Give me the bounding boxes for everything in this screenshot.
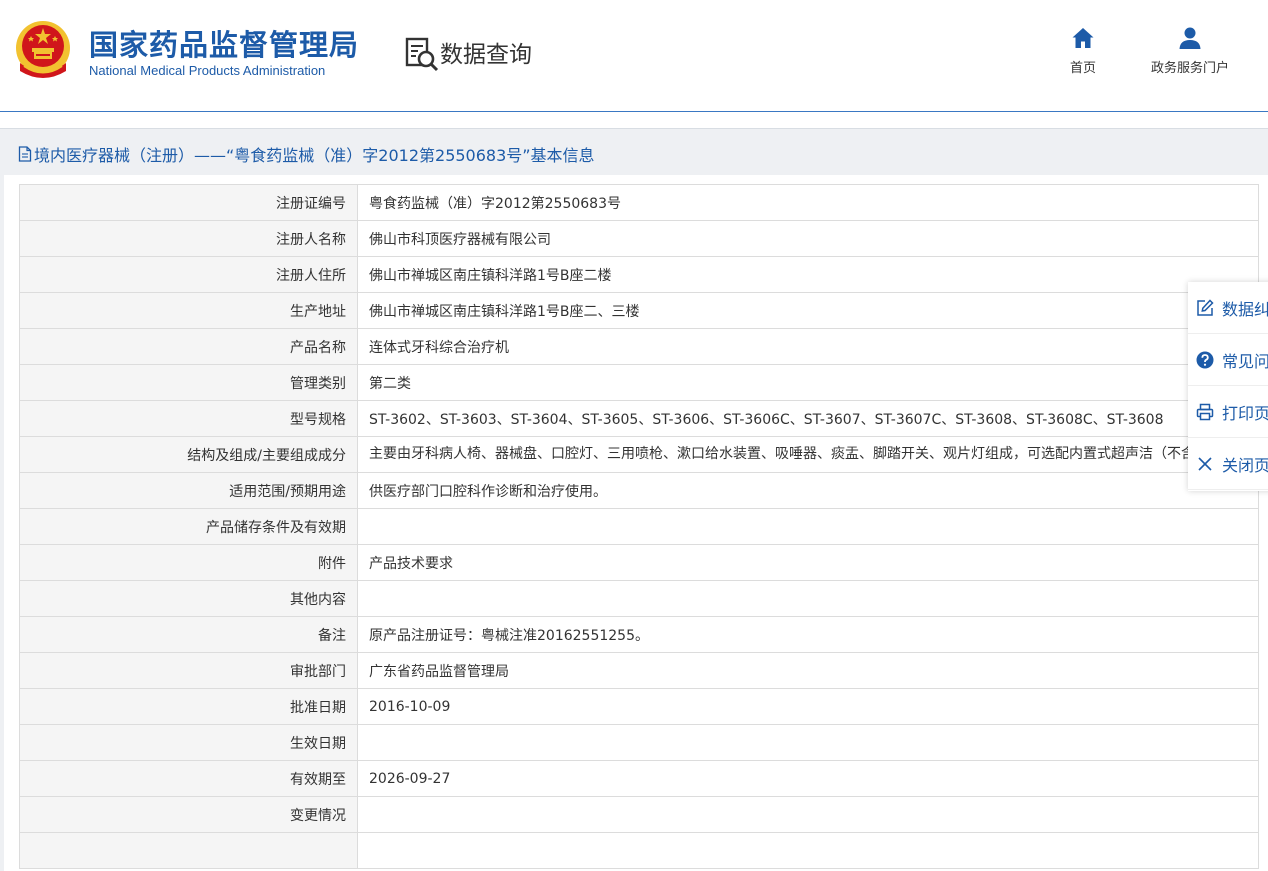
- field-value: 第二类: [357, 364, 1259, 401]
- field-label: 生产地址: [19, 292, 358, 329]
- table-row: 产品名称 连体式牙科综合治疗机: [19, 328, 1259, 365]
- detail-panel: 境内医疗器械（注册）——“粤食药监械（准）字2012第2550683号”基本信息…: [0, 128, 1268, 871]
- table-row: 生效日期: [19, 724, 1259, 761]
- field-value: [357, 796, 1259, 833]
- table-row: 结构及组成/主要组成成分 主要由牙科病人椅、器械盘、口腔灯、三用喷枪、漱口给水装置…: [19, 436, 1259, 473]
- table-row: 适用范围/预期用途 供医疗部门口腔科作诊断和治疗使用。: [19, 472, 1259, 509]
- panel-title-text: 境内医疗器械（注册）——“粤食药监械（准）字2012第2550683号”基本信息: [34, 146, 595, 165]
- field-label: 审批部门: [19, 652, 358, 689]
- field-label: 备注: [19, 616, 358, 653]
- field-label: 产品储存条件及有效期: [19, 508, 358, 545]
- table-row: 生产地址 佛山市禅城区南庄镇科洋路1号B座二、三楼: [19, 292, 1259, 329]
- field-label: 有效期至: [19, 760, 358, 797]
- nav-home-link[interactable]: 首页: [1063, 26, 1103, 76]
- side-print-label: 打印页面: [1222, 403, 1268, 423]
- nav-service-portal-link[interactable]: 政务服务门户: [1140, 26, 1240, 76]
- field-value: 广东省药品监督管理局: [357, 652, 1259, 689]
- edit-icon: [1197, 298, 1214, 316]
- national-emblem-icon: [16, 21, 70, 78]
- field-value: 粤食药监械（准）字2012第2550683号: [357, 184, 1259, 221]
- table-row: 批准日期 2016-10-09: [19, 688, 1259, 725]
- table-row: 附件 产品技术要求: [19, 544, 1259, 581]
- side-close-button[interactable]: 关闭页面: [1188, 438, 1268, 490]
- field-value: [357, 832, 1259, 869]
- field-value: [357, 508, 1259, 545]
- field-label: 其他内容: [19, 580, 358, 617]
- field-value: 佛山市禅城区南庄镇科洋路1号B座二、三楼: [357, 292, 1259, 329]
- data-query-icon: [405, 37, 439, 72]
- table-row: [19, 832, 1259, 869]
- table-row: 其他内容: [19, 580, 1259, 617]
- field-label: 变更情况: [19, 796, 358, 833]
- field-value: [357, 580, 1259, 617]
- table-row: 备注 原产品注册证号：粤械注准20162551255。: [19, 616, 1259, 653]
- field-label: 结构及组成/主要组成成分: [19, 436, 358, 473]
- table-row: 变更情况: [19, 796, 1259, 833]
- registration-info-table: 注册证编号 粤食药监械（准）字2012第2550683号 注册人名称 佛山市科顶医疗…: [19, 184, 1259, 869]
- table-row: 管理类别 第二类: [19, 364, 1259, 401]
- field-value: 佛山市禅城区南庄镇科洋路1号B座二楼: [357, 256, 1259, 293]
- field-label: 注册人名称: [19, 220, 358, 257]
- side-feedback-button[interactable]: 数据纠错: [1188, 282, 1268, 334]
- field-value: [357, 724, 1259, 761]
- close-icon: [1198, 456, 1212, 471]
- field-value: 2026-09-27: [357, 760, 1259, 797]
- table-row: 注册人住所 佛山市禅城区南庄镇科洋路1号B座二楼: [19, 256, 1259, 293]
- field-label: 批准日期: [19, 688, 358, 725]
- field-value: 原产品注册证号：粤械注准20162551255。: [357, 616, 1259, 653]
- floating-side-menu: 数据纠错 常见问题 打印页面 关闭页面: [1188, 282, 1268, 491]
- field-label: 注册证编号: [19, 184, 358, 221]
- brand-name-en: National Medical Products Administration: [89, 63, 326, 78]
- document-icon: [18, 146, 32, 162]
- side-feedback-label: 数据纠错: [1222, 299, 1268, 319]
- brand-name-cn: 国家药品监督管理局: [89, 28, 360, 62]
- question-icon: [1196, 351, 1214, 368]
- side-print-button[interactable]: 打印页面: [1188, 386, 1268, 438]
- nav-home-label: 首页: [1069, 61, 1096, 76]
- table-row: 型号规格 ST-3602、ST-3603、ST-3604、ST-3605、ST-3…: [19, 400, 1259, 437]
- table-row: 审批部门 广东省药品监督管理局: [19, 652, 1259, 689]
- site-header: 国家药品监督管理局 National Medical Products Admi…: [0, 0, 1268, 112]
- field-value: 2016-10-09: [357, 688, 1259, 725]
- side-faq-label: 常见问题: [1222, 351, 1268, 371]
- table-row: 注册人名称 佛山市科顶医疗器械有限公司: [19, 220, 1259, 257]
- field-label: 适用范围/预期用途: [19, 472, 358, 509]
- field-value: 主要由牙科病人椅、器械盘、口腔灯、三用喷枪、漱口给水装置、吸唾器、痰盂、脚踏开关…: [357, 436, 1259, 473]
- print-icon: [1196, 403, 1214, 420]
- field-value: ST-3602、ST-3603、ST-3604、ST-3605、ST-3606、…: [357, 400, 1259, 437]
- field-label: [19, 832, 358, 869]
- field-value: 供医疗部门口腔科作诊断和治疗使用。: [357, 472, 1259, 509]
- field-label: 管理类别: [19, 364, 358, 401]
- field-value: 连体式牙科综合治疗机: [357, 328, 1259, 365]
- side-close-label: 关闭页面: [1222, 455, 1268, 475]
- table-row: 有效期至 2026-09-27: [19, 760, 1259, 797]
- field-label: 附件: [19, 544, 358, 581]
- table-row: 注册证编号 粤食药监械（准）字2012第2550683号: [19, 184, 1259, 221]
- field-label: 生效日期: [19, 724, 358, 761]
- nav-service-portal-label: 政务服务门户: [1150, 61, 1229, 76]
- field-label: 注册人住所: [19, 256, 358, 293]
- home-icon: [1072, 28, 1094, 48]
- side-faq-button[interactable]: 常见问题: [1188, 334, 1268, 386]
- table-row: 产品储存条件及有效期: [19, 508, 1259, 545]
- field-value: 佛山市科顶医疗器械有限公司: [357, 220, 1259, 257]
- panel-title: 境内医疗器械（注册）——“粤食药监械（准）字2012第2550683号”基本信息: [18, 139, 595, 169]
- field-label: 产品名称: [19, 328, 358, 365]
- user-icon: [1179, 27, 1201, 49]
- field-label: 型号规格: [19, 400, 358, 437]
- field-value: 产品技术要求: [357, 544, 1259, 581]
- page-section-title: 数据查询: [440, 42, 532, 68]
- table-container: 注册证编号 粤食药监械（准）字2012第2550683号 注册人名称 佛山市科顶医疗…: [4, 175, 1268, 871]
